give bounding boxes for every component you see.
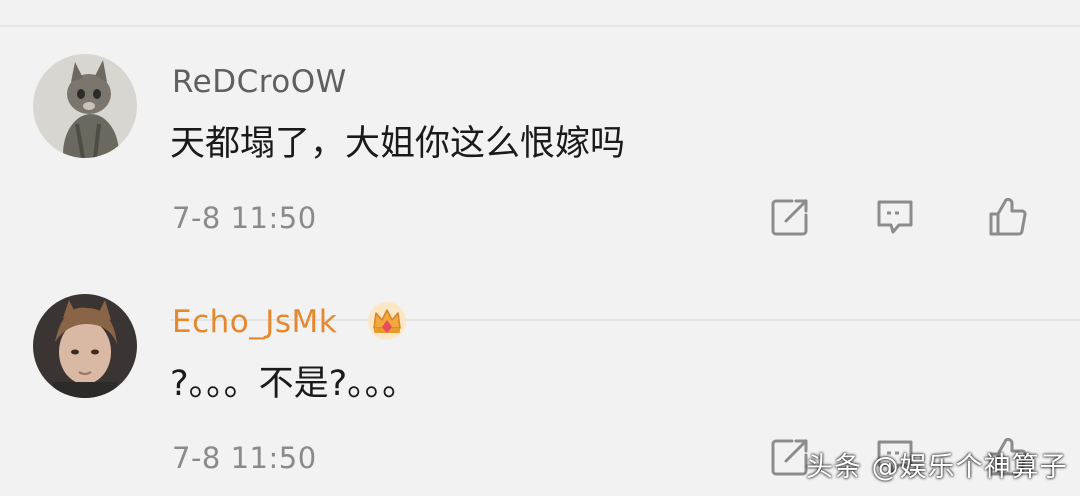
crown-icon <box>366 300 408 342</box>
username[interactable]: Echo_JsMk <box>172 302 337 342</box>
comment-icon <box>877 200 913 234</box>
timestamp: 7-8 11:50 <box>172 441 317 475</box>
cat-avatar[interactable] <box>33 54 137 158</box>
thumbs-up-icon <box>989 197 1027 236</box>
like-button[interactable] <box>985 194 1031 240</box>
reply-button[interactable] <box>872 194 918 240</box>
top-divider <box>0 25 1080 27</box>
timestamp: 7-8 11:50 <box>172 201 317 235</box>
comment-text: 天都塌了，大姐你这么恨嫁吗 <box>170 124 626 164</box>
comment-text: ?。。。不是?。。。 <box>170 364 418 404</box>
person-avatar[interactable] <box>33 294 137 398</box>
share-icon <box>771 199 808 236</box>
watermark: 头条 @娱乐个神算子 <box>806 452 1068 483</box>
share-icon <box>771 439 808 476</box>
share-button[interactable] <box>767 194 813 240</box>
username[interactable]: ReDCroOW <box>172 62 347 102</box>
